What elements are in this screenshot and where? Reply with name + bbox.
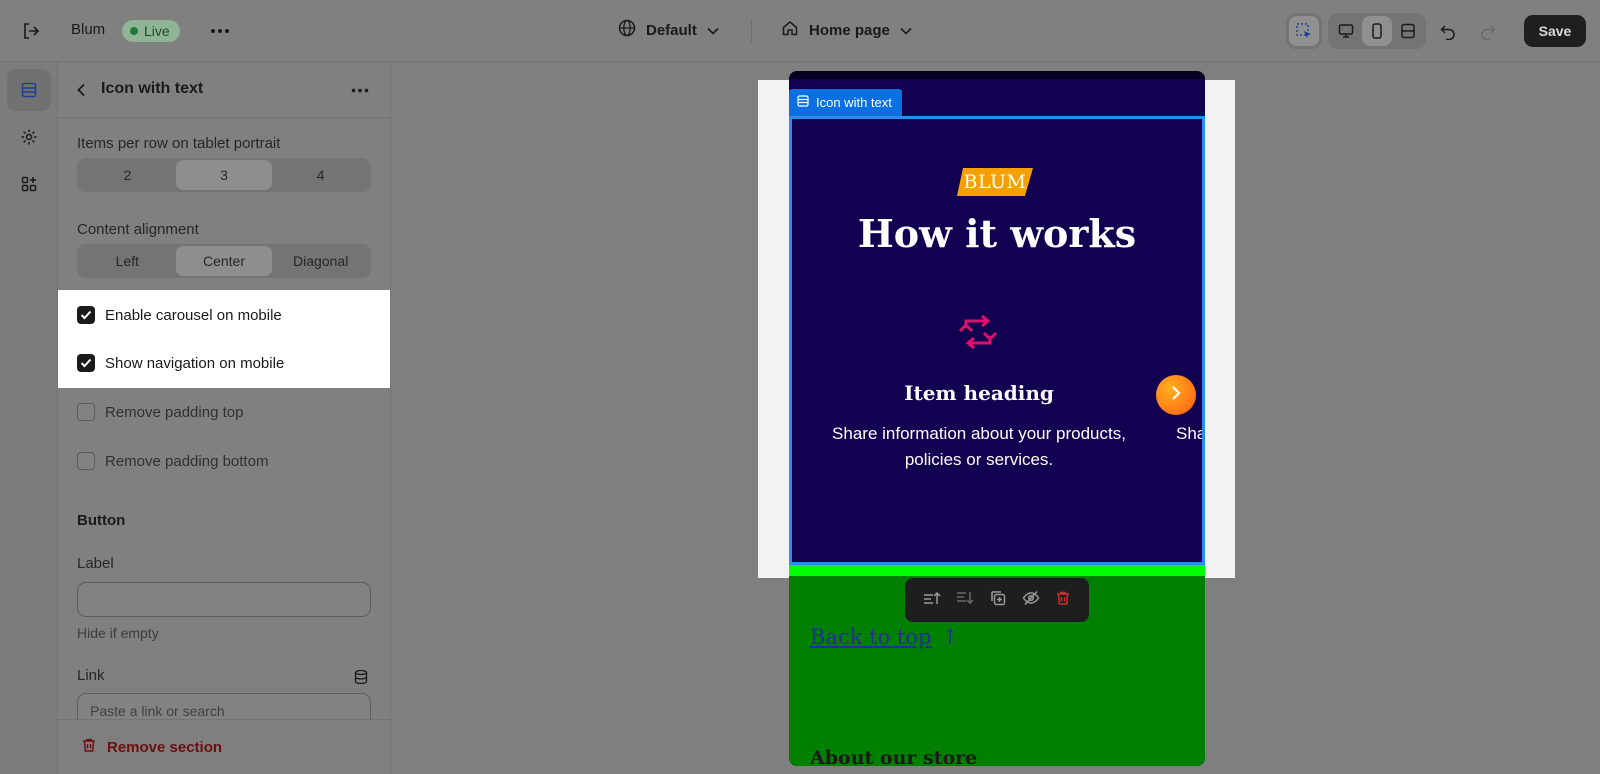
apps-icon[interactable]	[7, 163, 51, 205]
checkbox-box[interactable]	[77, 403, 95, 421]
undo-icon[interactable]	[1437, 20, 1459, 42]
checkbox-remove-padding-top[interactable]: Remove padding top	[77, 402, 243, 422]
theme-selector-label: Default	[646, 21, 697, 39]
button-section-heading: Button	[77, 512, 126, 529]
remove-section-button[interactable]: Remove section	[81, 737, 222, 757]
theme-selector[interactable]: Default	[618, 19, 719, 41]
arrow-up-icon: ↑	[941, 625, 960, 649]
checkbox-enable-carousel[interactable]: Enable carousel on mobile	[77, 305, 282, 325]
back-icon[interactable]	[72, 80, 92, 100]
back-to-top-link[interactable]: Back to top ↑	[810, 625, 959, 649]
content-alignment-label: Content alignment	[77, 221, 199, 238]
database-icon[interactable]	[352, 668, 370, 686]
label-field-label: Label	[77, 555, 114, 572]
checkbox-label: Show navigation on mobile	[105, 354, 285, 372]
status-badge: Live	[122, 20, 180, 42]
store-name: Blum	[71, 21, 106, 38]
about-heading: About our store	[810, 747, 978, 766]
save-button[interactable]: Save	[1524, 15, 1586, 47]
globe-icon	[618, 19, 636, 41]
panel-title: Icon with text	[101, 80, 204, 97]
checkbox-label: Enable carousel on mobile	[105, 306, 282, 324]
checkmark-icon[interactable]	[77, 306, 95, 324]
panel-footer: Remove section	[58, 719, 390, 774]
selection-tag-label: Icon with text	[816, 95, 892, 110]
checkbox-show-navigation[interactable]: Show navigation on mobile	[77, 353, 284, 373]
chevron-down-icon	[900, 22, 912, 39]
hide-icon[interactable]	[1022, 590, 1040, 611]
trash-icon	[81, 737, 97, 757]
inspector-toggle-group	[1286, 13, 1322, 49]
selection-tag[interactable]: Icon with text	[789, 89, 902, 116]
desktop-icon[interactable]	[1331, 16, 1360, 46]
alignment-option[interactable]: Left	[79, 246, 176, 276]
top-bar: Blum Live Default Home page Save	[0, 0, 1600, 62]
alignment-option[interactable]: Center	[175, 246, 273, 276]
inspector-icon[interactable]	[1289, 16, 1319, 46]
trash-icon[interactable]	[1055, 590, 1071, 611]
move-up-icon[interactable]	[923, 590, 941, 611]
settings-panel: Icon with text Items per row on tablet p…	[58, 62, 391, 774]
checkmark-icon[interactable]	[77, 354, 95, 372]
sections-icon[interactable]	[7, 69, 51, 111]
move-down-icon[interactable]	[956, 590, 974, 611]
items-per-row-control: 2 3 4	[77, 158, 371, 192]
page-selector[interactable]: Home page	[781, 19, 912, 41]
redo-icon[interactable]	[1477, 20, 1499, 42]
device-toggle-group	[1328, 13, 1426, 49]
section-toolbar	[905, 578, 1089, 622]
button-label-input[interactable]	[77, 582, 371, 617]
link-field-label: Link	[77, 667, 105, 684]
duplicate-icon[interactable]	[990, 590, 1006, 611]
items-per-row-option[interactable]: 3	[175, 160, 273, 190]
more-icon[interactable]	[348, 80, 372, 100]
mobile-preview: BLUM How it works Item heading Share inf…	[789, 71, 1205, 766]
footer-strip	[789, 565, 1205, 576]
home-icon	[781, 19, 799, 41]
exit-icon[interactable]	[20, 20, 42, 42]
label-help-text: Hide if empty	[77, 625, 159, 641]
checkbox-label: Remove padding bottom	[105, 452, 269, 470]
remove-section-label: Remove section	[107, 738, 223, 756]
gear-icon[interactable]	[7, 116, 51, 158]
checkbox-box[interactable]	[77, 452, 95, 470]
fullwidth-icon[interactable]	[1394, 16, 1423, 46]
more-icon[interactable]	[208, 20, 232, 42]
live-dot-icon	[130, 27, 138, 35]
header-strip	[789, 71, 1205, 79]
left-rail	[0, 62, 58, 774]
page-selector-label: Home page	[809, 21, 890, 39]
selection-outline	[789, 116, 1205, 565]
chevron-down-icon	[707, 22, 719, 39]
sections-icon	[797, 95, 809, 110]
mobile-icon[interactable]	[1362, 16, 1392, 46]
items-per-row-label: Items per row on tablet portrait	[77, 135, 281, 152]
items-per-row-option[interactable]: 4	[272, 160, 369, 190]
alignment-option[interactable]: Diagonal	[272, 246, 369, 276]
panel-header: Icon with text	[58, 62, 390, 118]
checkbox-label: Remove padding top	[105, 403, 244, 421]
status-badge-label: Live	[144, 23, 170, 39]
divider	[751, 19, 752, 43]
checkbox-remove-padding-bottom[interactable]: Remove padding bottom	[77, 451, 268, 471]
back-to-top-label: Back to top	[810, 625, 932, 649]
content-alignment-control: Left Center Diagonal	[77, 244, 371, 278]
items-per-row-option[interactable]: 2	[79, 160, 176, 190]
